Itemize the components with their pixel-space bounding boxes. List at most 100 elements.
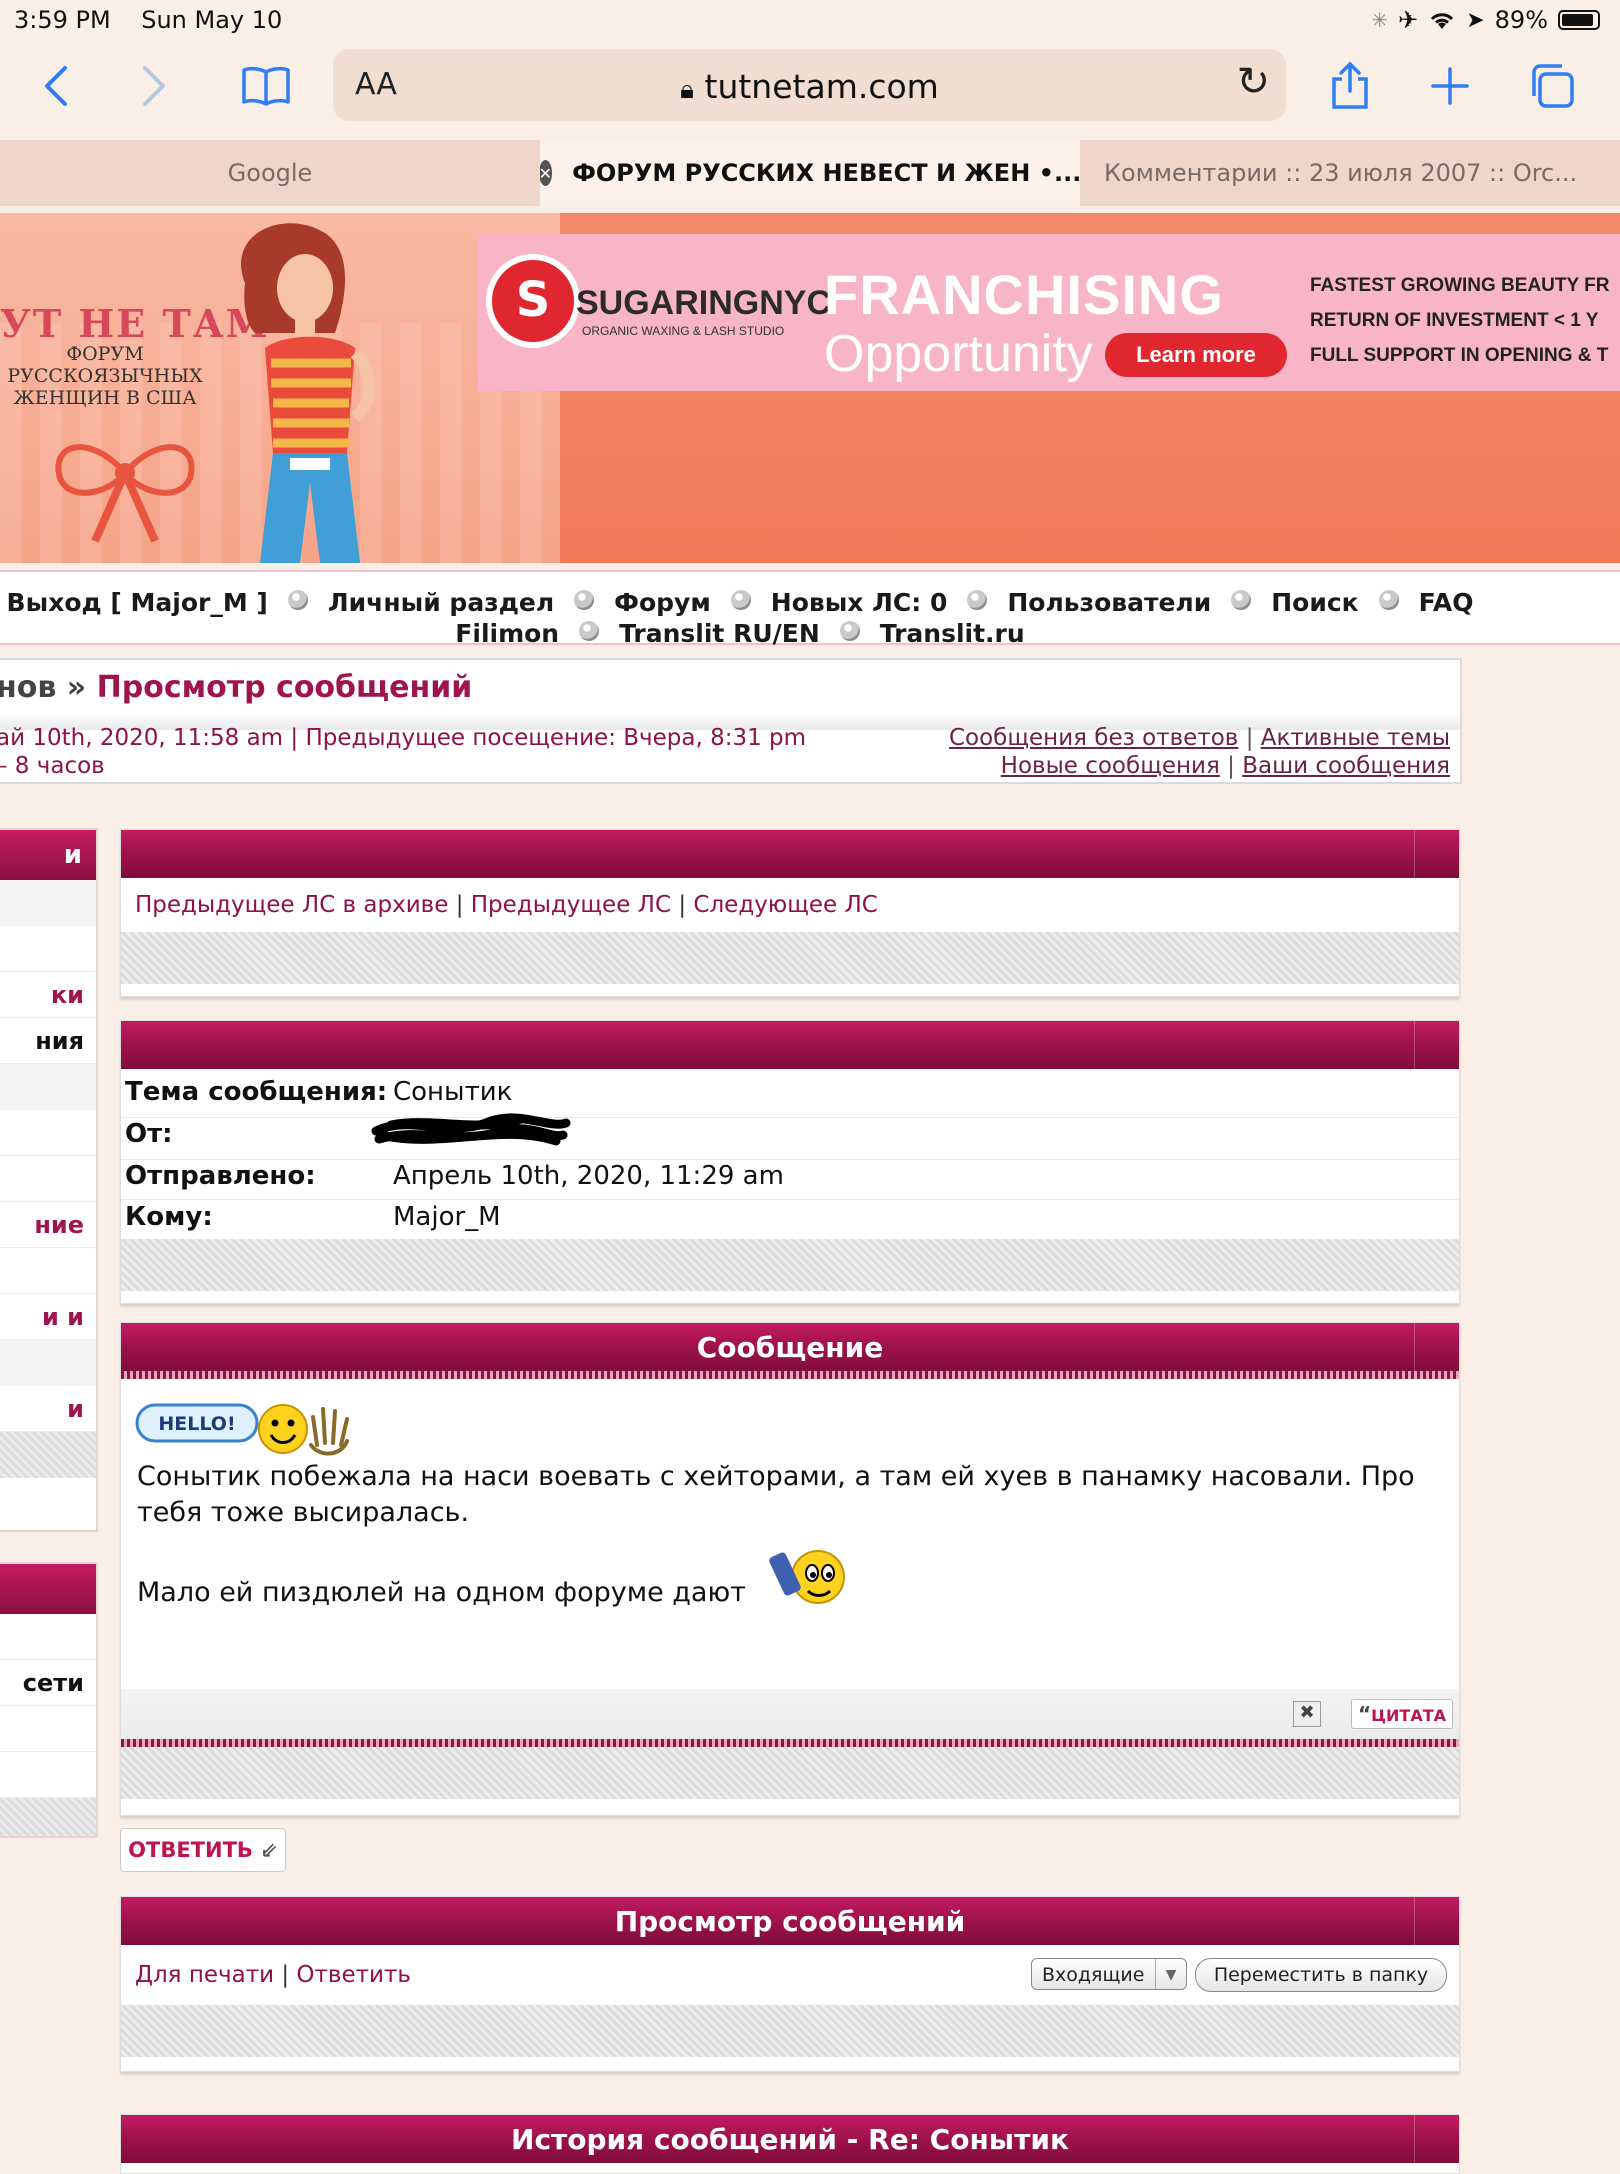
sidebar-item[interactable]: ния [0,1018,96,1064]
breadcrumb-parent-link[interactable]: нов [0,670,56,705]
sidebar-item[interactable] [0,1340,96,1386]
reply-link[interactable]: Ответить [296,1962,411,1988]
chevron-right-icon [143,66,165,106]
chevron-down-icon: ▼ [1155,1959,1186,1989]
nav-logout[interactable]: Выход [ Major_M ] [7,588,268,617]
sidebar-item[interactable]: ние [0,1202,96,1248]
bullet-icon [574,589,595,610]
divider [121,1159,1459,1160]
reply-button[interactable]: ОТВЕТИТЬ ⇙ [120,1828,286,1872]
sidebar-footer [0,1798,96,1836]
from-label: От: [125,1119,173,1149]
sidebar-item[interactable]: и и [0,1294,96,1340]
sidebar-item[interactable] [0,1156,96,1202]
site-header: УТ НЕ ТАМ ФОРУМ РУССКОЯЗЫЧНЫХ ЖЕНЩИН В С… [0,213,1620,563]
next-pm-link[interactable]: Следующее ЛС [693,892,877,918]
quote-label: ЦИТАТА [1371,1706,1446,1725]
sidebar-item[interactable] [0,1110,96,1156]
print-view-link[interactable]: Для печати [135,1962,274,1988]
ad-learn-more-button[interactable]: Learn more [1105,333,1287,377]
active-topics-link[interactable]: Активные темы [1261,725,1450,751]
forward-button[interactable] [124,56,184,116]
last-visit-info: ай 10th, 2020, 11:58 am | Предыдущее пос… [0,724,806,780]
delete-message-button[interactable]: ✖ [1293,1701,1321,1727]
reload-icon[interactable]: ↻ [1236,59,1270,105]
nav-row: Filimon Translit RU/EN Translit.ru [0,619,1480,648]
tab-forum[interactable]: ✕ ФОРУМ РУССКИХ НЕВЕСТ И ЖЕН •... [540,140,1080,206]
new-posts-link[interactable]: Новые сообщения [1001,753,1220,779]
redacted-sender-scribble [371,1113,571,1146]
move-to-folder-button[interactable]: Переместить в папку [1195,1958,1447,1992]
sidebar-item[interactable] [0,1248,96,1294]
close-tab-icon[interactable]: ✕ [540,160,553,186]
nav-members[interactable]: Пользователи [1007,588,1211,617]
message-text: Мало ей пиздюлей на одном форуме дают [137,1577,746,1608]
quote-button[interactable]: “ЦИТАТА [1351,1699,1453,1729]
your-posts-link[interactable]: Ваши сообщения [1242,753,1450,779]
nav-search[interactable]: Поиск [1271,588,1358,617]
subject-value: Сонытик [393,1077,513,1107]
status-date: Sun May 10 [141,6,283,34]
franchising-ad-banner[interactable]: SUGARINGNYC ORGANIC WAXING & LASH STUDIO… [478,234,1620,391]
to-label: Кому: [125,1202,213,1232]
breadcrumb-current-link[interactable]: Просмотр сообщений [97,670,473,705]
tab-google[interactable]: Google [0,140,540,206]
breadcrumb: нов » Просмотр сообщений [0,670,472,705]
share-button[interactable] [1320,56,1380,116]
back-button[interactable] [26,56,86,116]
unanswered-posts-link[interactable]: Сообщения без ответов [949,725,1238,751]
sidebar-item[interactable] [0,1752,96,1798]
pm-navigation-panel: Предыдущее ЛС в архиве | Предыдущее ЛС |… [120,829,1460,997]
book-icon [242,66,290,106]
message-history-panel: История сообщений - Re: Сонытик [120,2114,1460,2174]
panel-footer [121,1747,1459,1799]
timezone-line: – 8 часов [0,753,105,779]
subject-label: Тема сообщения: [125,1077,388,1107]
bullet-icon [1378,589,1399,610]
sidebar-box: сети [0,1562,98,1838]
nav-row: Выход [ Major_M ] Личный раздел Форум Но… [0,588,1480,617]
nav-filimon[interactable]: Filimon [455,619,559,648]
sidebar-item[interactable] [0,1064,96,1110]
tab-comments[interactable]: Комментарии :: 23 июля 2007 :: Orc... [1080,140,1620,206]
nav-translit-ruen[interactable]: Translit RU/EN [619,619,820,648]
nav-translit-ru[interactable]: Translit.ru [880,619,1025,648]
prev-pm-link[interactable]: Предыдущее ЛС [471,892,671,918]
new-tab-button[interactable] [1420,56,1480,116]
ad-bullet: FASTEST GROWING BEAUTY FR [1310,275,1610,296]
prev-archived-pm-link[interactable]: Предыдущее ЛС в архиве [135,892,448,918]
ribbon-bow-icon [55,444,195,543]
nav-profile[interactable]: Личный раздел [328,588,554,617]
bookmarks-button[interactable] [236,56,296,116]
reply-button-label: ОТВЕТИТЬ [128,1838,253,1862]
recipient-link[interactable]: Major_M [393,1202,501,1232]
sidebar-caption [0,1564,96,1614]
sidebar-item[interactable]: ки [0,972,96,1018]
sidebar-item[interactable] [0,1614,96,1660]
bullet-icon [967,589,988,610]
laughing-smiley-icon [769,1550,845,1604]
sidebar-item[interactable] [0,1706,96,1752]
quick-links: Сообщения без ответов | Активные темы Но… [949,724,1450,780]
view-messages-title: Просмотр сообщений [121,1897,1459,1945]
hello-badge-text: HELLO! [158,1413,235,1435]
bullet-icon [730,589,751,610]
url-text: 🔒︎ tutnetam.com [333,67,1286,106]
sidebar-item[interactable] [0,926,96,972]
panel-footer [121,932,1459,984]
browser-toolbar: AA 🔒︎ tutnetam.com ↻ [0,40,1620,136]
nav-faq[interactable]: FAQ [1419,588,1474,617]
sidebar-item[interactable] [0,880,96,926]
bullet-icon [1231,589,1252,610]
sidebar-item[interactable]: сети [0,1660,96,1706]
folder-select[interactable]: Входящие ▼ [1031,1958,1187,1990]
ad-bullet: FULL SUPPORT IN OPENING & T [1310,345,1609,366]
nav-new-pm[interactable]: Новых ЛС: 0 [771,588,948,617]
address-bar[interactable]: AA 🔒︎ tutnetam.com ↻ [333,49,1286,121]
lock-icon: 🔒︎ [680,75,695,105]
tabs-overview-button[interactable] [1522,56,1582,116]
sugaring-logo-icon [486,254,580,348]
reply-arrow-icon: ⇙ [260,1838,278,1862]
sidebar-item[interactable]: и [0,1386,96,1432]
nav-forum[interactable]: Форум [614,588,711,617]
